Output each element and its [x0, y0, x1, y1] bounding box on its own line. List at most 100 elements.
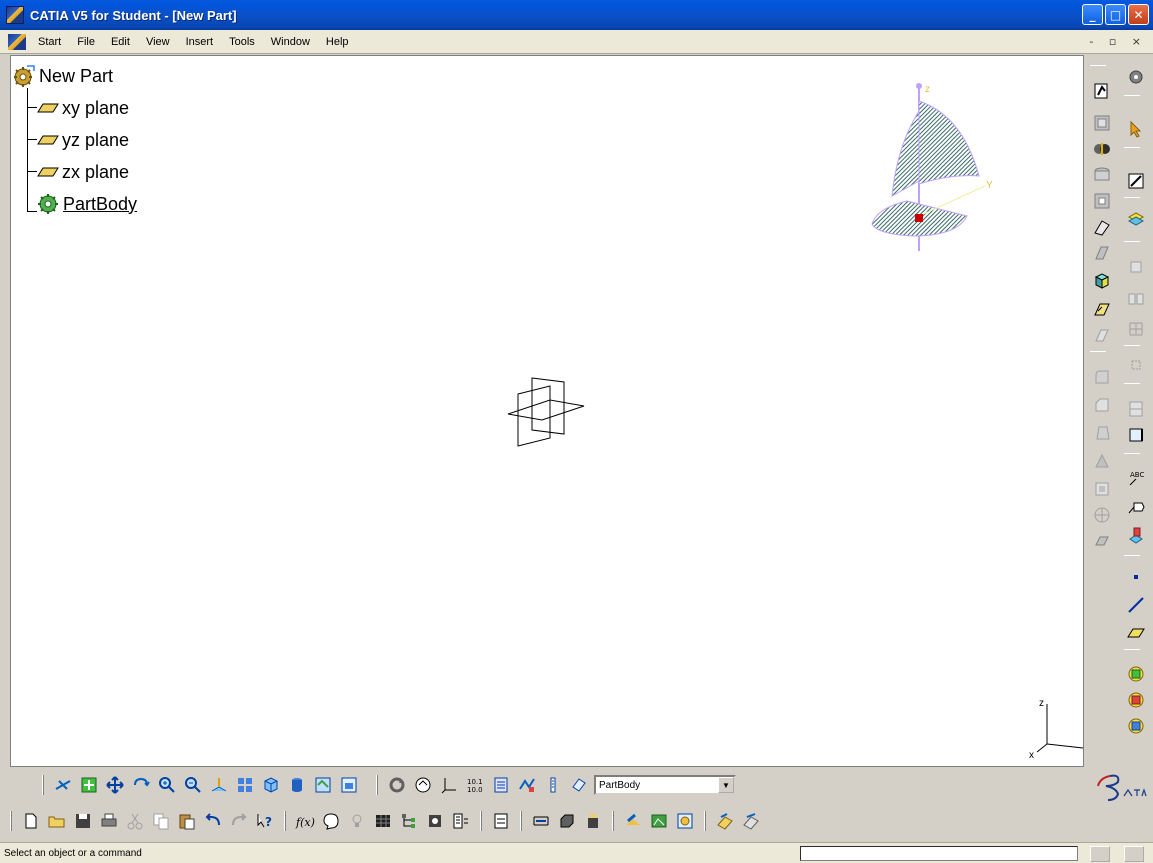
surface-layers-icon[interactable] [1124, 207, 1148, 231]
current-body-select[interactable]: PartBody ▼ [594, 775, 736, 795]
menu-insert[interactable]: Insert [178, 36, 222, 48]
copy-icon[interactable] [149, 809, 173, 833]
catia-app-icon[interactable] [6, 6, 24, 24]
point-icon[interactable] [1124, 565, 1148, 589]
zoom-in-icon[interactable] [155, 773, 179, 797]
select-arrow-icon[interactable] [1124, 117, 1148, 141]
menu-tools[interactable]: Tools [221, 36, 263, 48]
shading-icon[interactable] [285, 773, 309, 797]
toolbar-grip[interactable] [284, 811, 286, 831]
minimize-button[interactable]: _ [1082, 4, 1103, 25]
macro-icon[interactable] [423, 809, 447, 833]
toolbar-grip[interactable] [480, 811, 482, 831]
render-icon[interactable] [621, 809, 645, 833]
catalog-icon[interactable] [541, 773, 565, 797]
measure-numbers-icon[interactable]: 10.1 10.0 [463, 773, 487, 797]
knowledge-advisor-icon[interactable] [319, 809, 343, 833]
rib-icon[interactable] [1090, 215, 1114, 239]
3d-viewport[interactable]: New Part xy plane yz plane zx plane Part… [10, 55, 1084, 767]
menu-view[interactable]: View [138, 36, 178, 48]
environment-icon[interactable] [673, 809, 697, 833]
document-window-controls[interactable]: - ▫ × [1089, 35, 1147, 48]
pocket-icon[interactable] [1090, 189, 1114, 213]
status-button-left[interactable] [1090, 846, 1110, 862]
constraint-icon[interactable] [411, 773, 435, 797]
tree-item-yz-plane[interactable]: yz plane [37, 128, 129, 152]
flag-note-icon[interactable] [1124, 495, 1148, 519]
measure-mass-icon[interactable] [555, 809, 579, 833]
swap-visible-space-icon[interactable] [337, 773, 361, 797]
formula-icon[interactable]: f(x) [293, 809, 317, 833]
settings-gear-icon[interactable] [1124, 65, 1148, 89]
measure-distance-icon[interactable] [529, 809, 553, 833]
zoom-out-icon[interactable] [181, 773, 205, 797]
undo-icon[interactable] [201, 809, 225, 833]
sketcher-icon[interactable] [1090, 79, 1114, 103]
sketch-edit-icon[interactable] [1124, 169, 1148, 193]
menu-window[interactable]: Window [263, 36, 318, 48]
multi-view-icon[interactable] [233, 773, 257, 797]
normal-view-icon[interactable] [207, 773, 231, 797]
fillet-icon[interactable] [1090, 365, 1114, 389]
photo-studio-icon[interactable] [647, 809, 671, 833]
chevron-down-icon[interactable]: ▼ [718, 777, 734, 793]
scale-table-icon[interactable] [449, 809, 473, 833]
new-file-icon[interactable] [19, 809, 43, 833]
toolbar-grip[interactable] [520, 811, 522, 831]
measure-volume-icon[interactable] [581, 809, 605, 833]
3d-annotation-icon[interactable] [1124, 523, 1148, 547]
pad-icon[interactable] [1090, 111, 1114, 135]
fit-all-in-icon[interactable] [77, 773, 101, 797]
mirror-icon[interactable] [1124, 287, 1148, 311]
origin-planes[interactable] [506, 376, 586, 448]
compass-widget[interactable] [867, 76, 1017, 251]
design-table-icon[interactable] [371, 809, 395, 833]
open-folder-icon[interactable] [45, 809, 69, 833]
translate-icon[interactable] [1124, 255, 1148, 279]
update-all-icon[interactable] [385, 773, 409, 797]
line-icon[interactable] [1124, 593, 1148, 617]
rotate-icon[interactable] [129, 773, 153, 797]
catalog-browser-icon[interactable] [713, 809, 737, 833]
status-button-right[interactable] [1124, 846, 1144, 862]
power-input-field[interactable] [800, 846, 1078, 861]
menu-edit[interactable]: Edit [103, 36, 138, 48]
tree-parent-children-icon[interactable] [397, 809, 421, 833]
menu-help[interactable]: Help [318, 36, 357, 48]
iso-view-icon[interactable] [259, 773, 283, 797]
maximize-button[interactable]: □ [1105, 4, 1126, 25]
toolbar-grip[interactable] [10, 811, 12, 831]
menu-start[interactable]: Start [30, 36, 69, 48]
measure-item-icon[interactable] [1124, 687, 1148, 711]
hide-show-icon[interactable] [311, 773, 335, 797]
publish-icon[interactable] [489, 809, 513, 833]
start-menu-icon[interactable] [8, 33, 26, 50]
menu-file[interactable]: File [69, 36, 103, 48]
toolbar-grip[interactable] [612, 811, 614, 831]
multi-sections-solid-icon[interactable] [1090, 269, 1114, 293]
deviation-analysis-icon[interactable] [515, 773, 539, 797]
measure-between-icon[interactable] [1124, 661, 1148, 685]
measure-inertia-icon[interactable] [1124, 713, 1148, 737]
slot-icon[interactable] [1090, 241, 1114, 265]
close-button[interactable]: ✕ [1128, 4, 1149, 25]
paste-icon[interactable] [175, 809, 199, 833]
light-icon[interactable] [345, 809, 369, 833]
apply-material-icon[interactable] [567, 773, 591, 797]
title-bar[interactable]: CATIA V5 for Student - [New Part] _ □ ✕ [0, 0, 1153, 30]
stiffener-icon[interactable] [1090, 323, 1114, 347]
knowledge-icon[interactable] [739, 809, 763, 833]
tree-item-partbody[interactable]: PartBody [37, 192, 137, 216]
save-icon[interactable] [71, 809, 95, 833]
plane-create-icon[interactable] [1124, 621, 1148, 645]
print-icon[interactable] [97, 809, 121, 833]
split-icon[interactable] [1124, 397, 1148, 421]
fly-mode-icon[interactable] [51, 773, 75, 797]
scale-icon[interactable] [1124, 353, 1148, 377]
thread-icon[interactable] [1090, 503, 1114, 527]
pan-icon[interactable] [103, 773, 127, 797]
toolbar-grip[interactable] [42, 775, 44, 795]
removed-multi-sections-icon[interactable] [1090, 297, 1114, 321]
toolbar-grip[interactable] [704, 811, 706, 831]
whats-this-icon[interactable]: ? [253, 809, 277, 833]
